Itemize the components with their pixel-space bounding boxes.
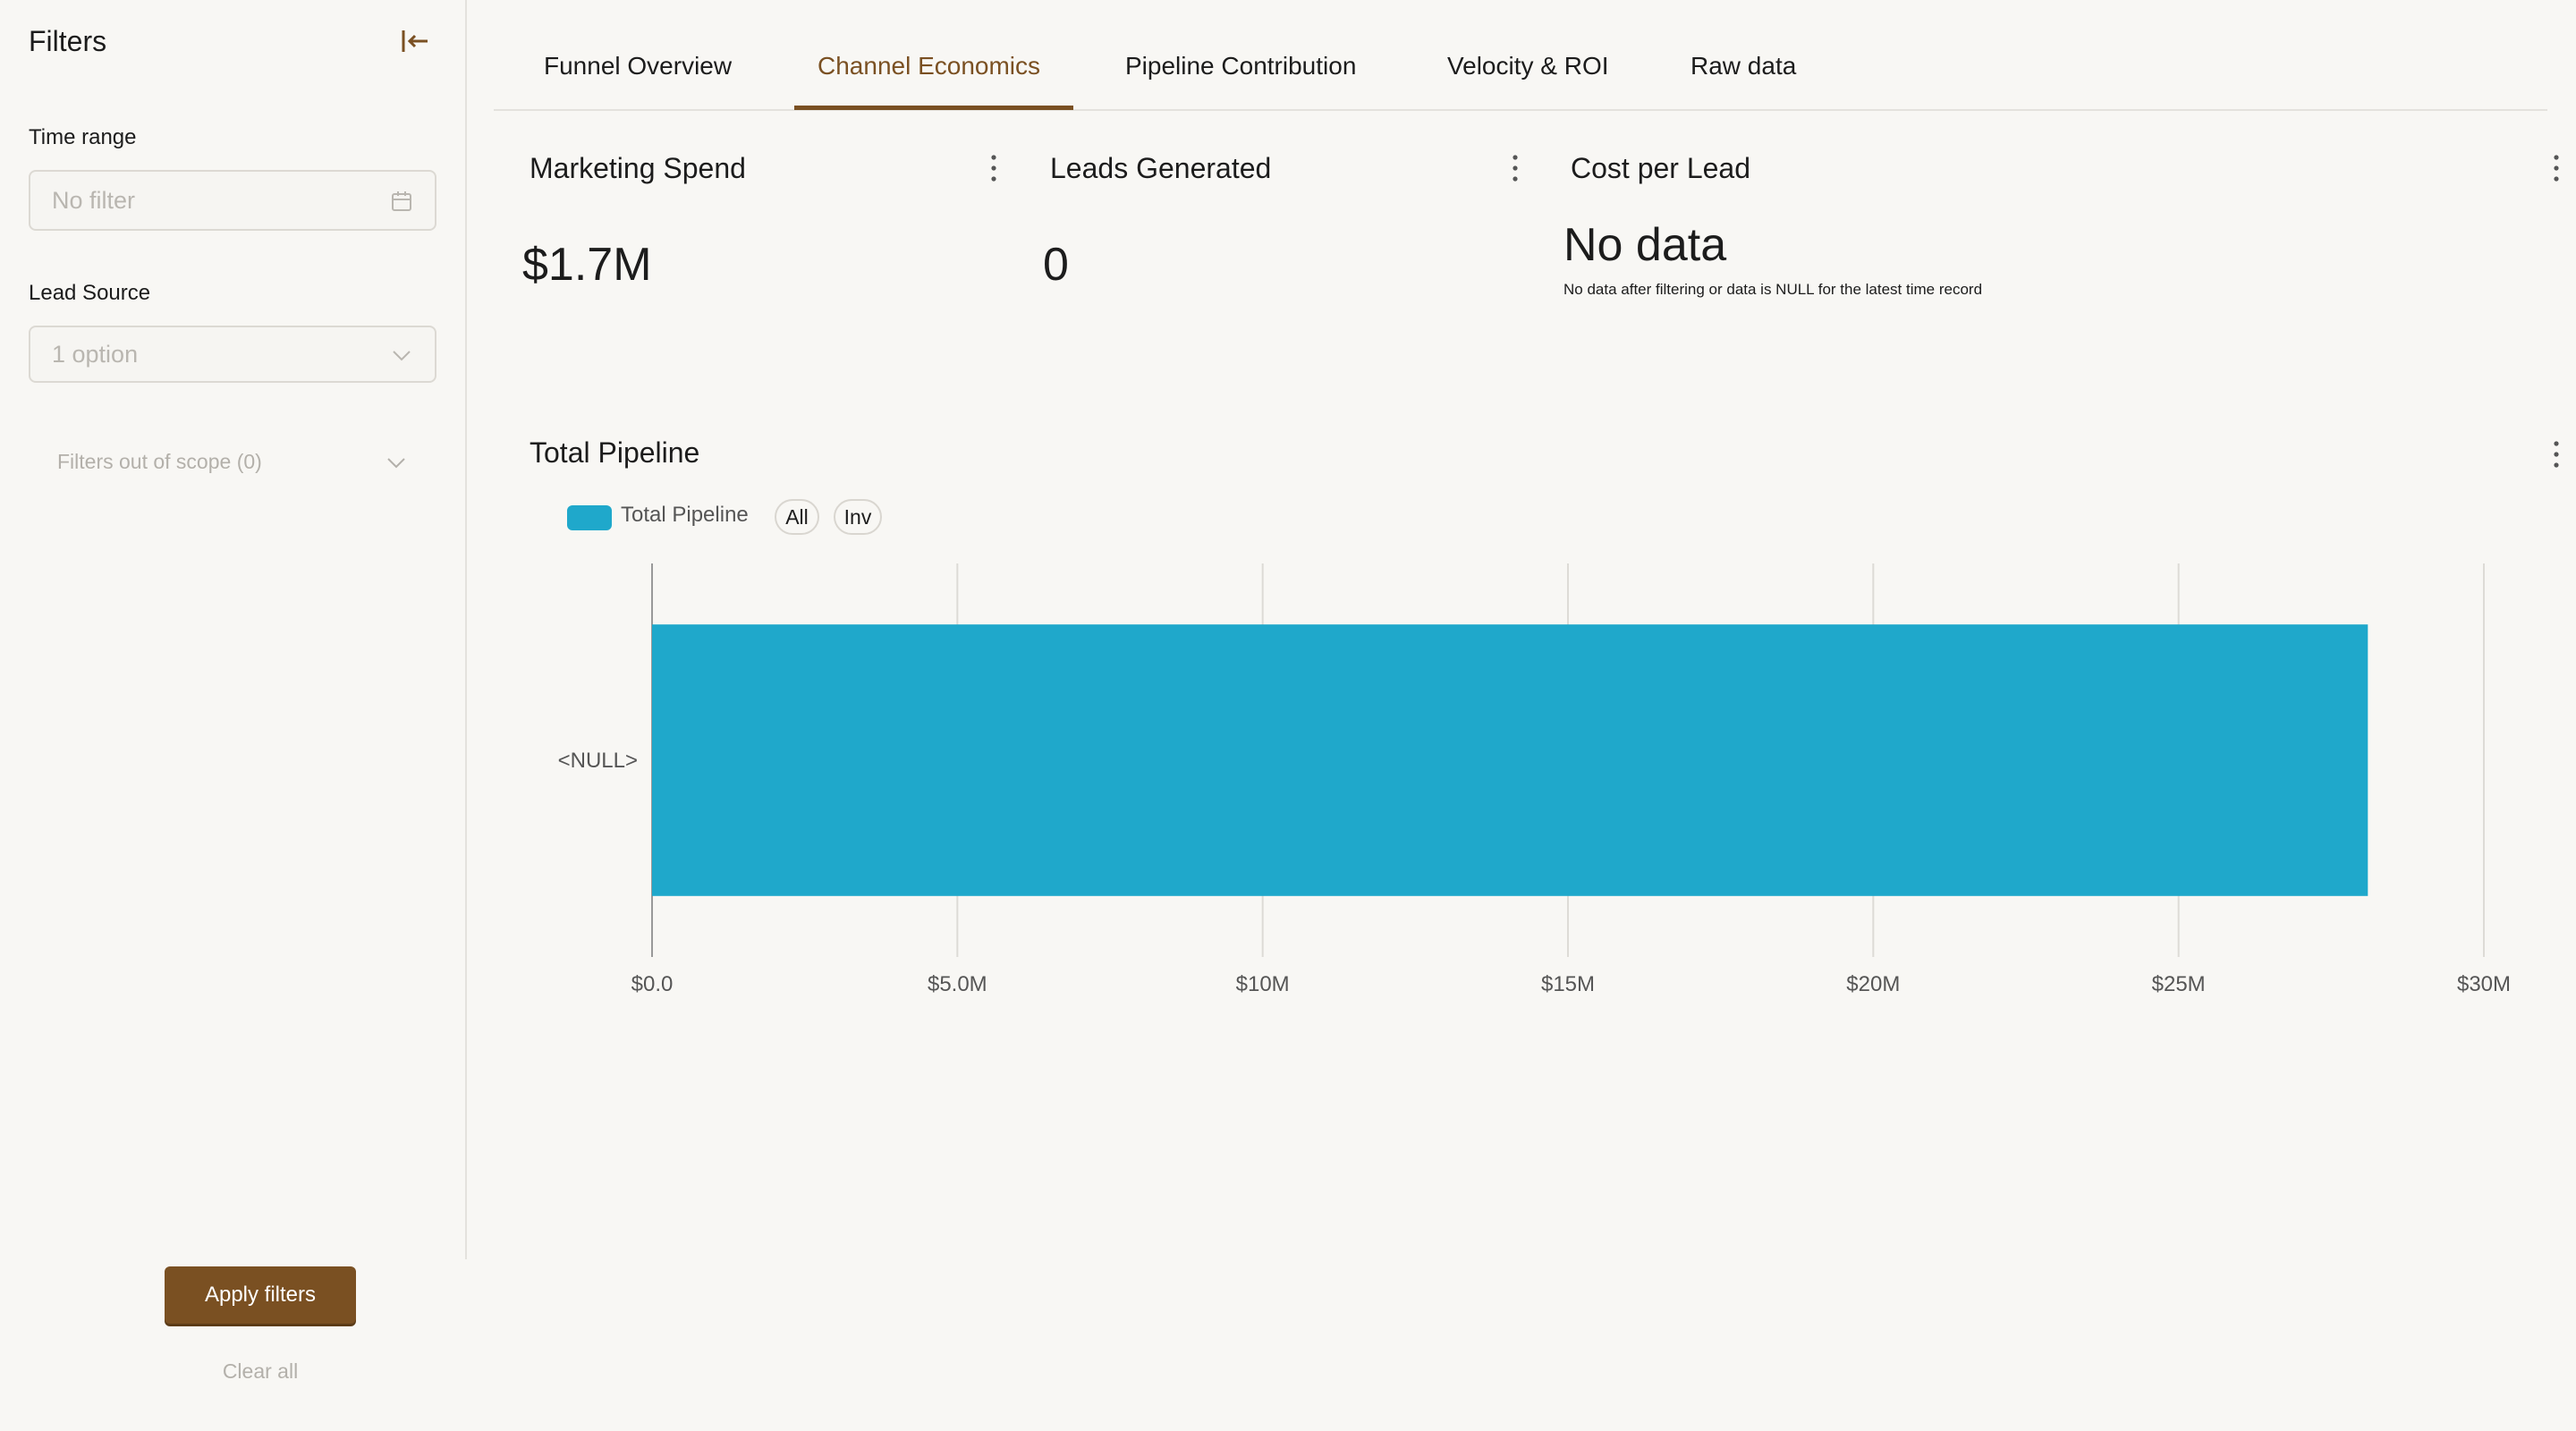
tab-funnel-overview[interactable]: Funnel Overview	[544, 52, 732, 80]
more-options-icon[interactable]	[985, 150, 1003, 186]
legend-swatch[interactable]	[567, 505, 612, 530]
tab-channel-economics[interactable]: Channel Economics	[818, 52, 1040, 80]
filters-out-of-scope-label: Filters out of scope (0)	[57, 450, 262, 473]
cost-per-lead-note: No data after filtering or data is NULL …	[1563, 281, 1983, 298]
more-options-icon[interactable]	[2547, 436, 2565, 472]
dashboard-tabs: Funnel Overview Channel Economics Pipeli…	[494, 0, 2547, 111]
calendar-icon	[392, 191, 411, 211]
cost-per-lead-title: Cost per Lead	[1571, 152, 1751, 184]
y-category-label: <NULL>	[558, 749, 638, 773]
marketing-spend-value: $1.7M	[522, 239, 652, 291]
x-tick-label: $20M	[1846, 972, 1900, 996]
more-options-icon[interactable]	[1506, 150, 1524, 186]
more-options-icon[interactable]	[2547, 150, 2565, 186]
time-range-placeholder: No filter	[52, 187, 136, 214]
bar-total-pipeline	[652, 624, 2368, 896]
collapse-sidebar-icon[interactable]	[399, 25, 431, 57]
filters-title: Filters	[29, 25, 107, 57]
x-tick-label: $30M	[2457, 972, 2511, 996]
lead-source-select[interactable]: 1 option	[29, 326, 436, 383]
x-tick-label: $0.0	[631, 972, 674, 996]
time-range-label: Time range	[29, 125, 137, 149]
x-tick-label: $5.0M	[928, 972, 987, 996]
filters-sidebar: Filters Time range No filter Lead Source…	[0, 0, 467, 1259]
leads-generated-value: 0	[1043, 239, 1069, 291]
chevron-down-icon	[393, 351, 411, 361]
tab-pipeline-contribution[interactable]: Pipeline Contribution	[1125, 52, 1356, 80]
legend-all-button[interactable]: All	[775, 499, 819, 535]
chevron-down-icon	[387, 458, 405, 469]
tab-raw-data[interactable]: Raw data	[1690, 52, 1796, 80]
cost-per-lead-value: No data	[1563, 219, 1727, 271]
marketing-spend-title: Marketing Spend	[530, 152, 746, 184]
total-pipeline-chart: $0.0 $5.0M $10M $15M $20M $25M $30M <NULL>	[558, 563, 2511, 996]
lead-source-label: Lead Source	[29, 281, 151, 305]
apply-filters-button[interactable]: Apply filters	[165, 1266, 356, 1324]
active-tab-indicator	[794, 106, 1073, 110]
lead-source-placeholder: 1 option	[52, 341, 139, 368]
x-tick-label: $10M	[1236, 972, 1290, 996]
x-tick-label: $25M	[2152, 972, 2206, 996]
time-range-input[interactable]: No filter	[29, 170, 436, 231]
leads-generated-title: Leads Generated	[1050, 152, 1272, 184]
legend-label[interactable]: Total Pipeline	[621, 503, 749, 528]
total-pipeline-title: Total Pipeline	[530, 436, 700, 469]
tab-velocity-roi[interactable]: Velocity & ROI	[1447, 52, 1609, 80]
clear-all-button[interactable]: Clear all	[165, 1359, 356, 1384]
x-tick-label: $15M	[1541, 972, 1595, 996]
legend-invert-button[interactable]: Inv	[834, 499, 882, 535]
filters-out-of-scope[interactable]: Filters out of scope (0)	[57, 445, 408, 478]
